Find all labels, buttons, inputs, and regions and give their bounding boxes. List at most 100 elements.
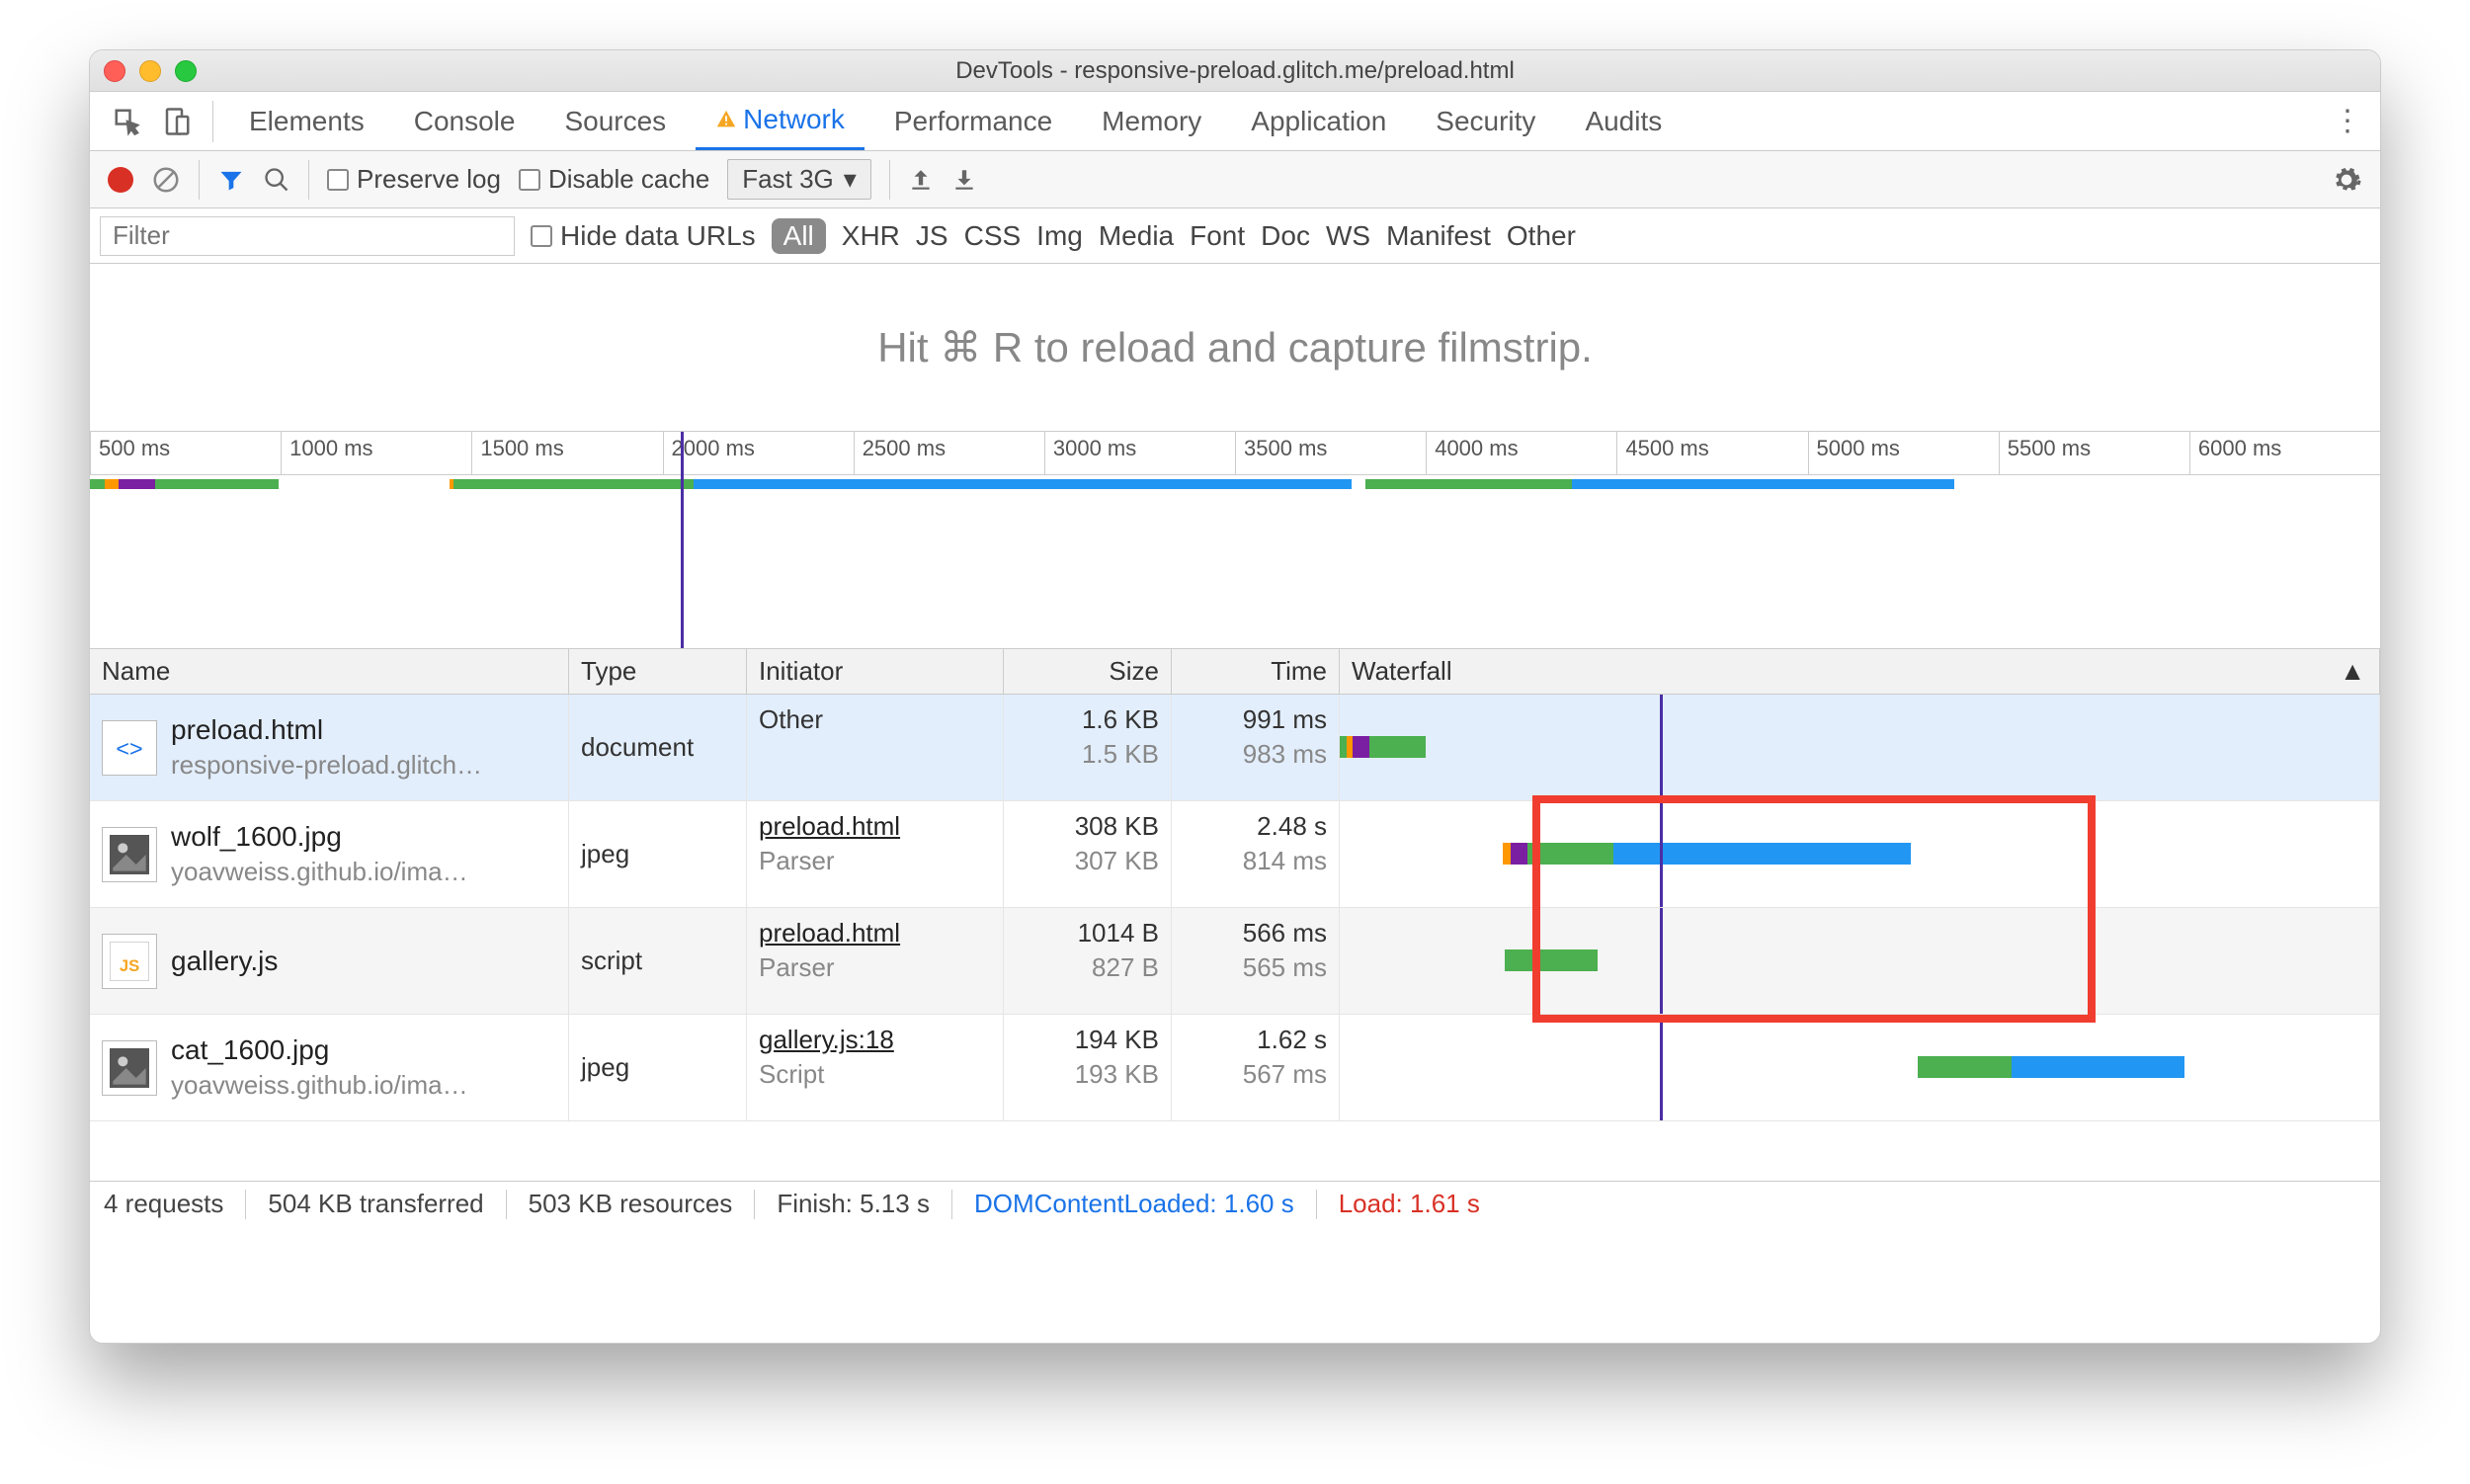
file-icon (102, 827, 157, 882)
col-type[interactable]: Type (569, 649, 747, 694)
status-requests: 4 requests (104, 1189, 223, 1219)
filter-type-all[interactable]: All (772, 218, 826, 254)
filter-type-manifest[interactable]: Manifest (1386, 220, 1491, 252)
request-initiator[interactable]: preload.htmlParser (747, 908, 1004, 1014)
request-domain: responsive-preload.glitch… (171, 750, 482, 781)
request-row[interactable]: cat_1600.jpgyoavweiss.github.io/ima… jpe… (90, 1015, 2380, 1121)
sort-up-icon: ▲ (2340, 656, 2365, 687)
request-initiator[interactable]: gallery.js:18Script (747, 1015, 1004, 1120)
tab-console[interactable]: Console (394, 94, 535, 149)
tab-network-label: Network (743, 104, 845, 134)
request-name: wolf_1600.jpg (171, 821, 468, 853)
status-transferred: 504 KB transferred (268, 1189, 483, 1219)
filter-type-xhr[interactable]: XHR (842, 220, 900, 252)
request-initiator[interactable]: Other (747, 695, 1004, 800)
preserve-log-checkbox[interactable]: Preserve log (327, 164, 501, 195)
svg-text:<>: <> (116, 735, 142, 761)
waterfall-segment (1511, 843, 1527, 865)
filter-type-img[interactable]: Img (1036, 220, 1083, 252)
request-row[interactable]: <> preload.html responsive-preload.glitch…… (90, 695, 2380, 801)
request-time: 2.48 s814 ms (1172, 801, 1340, 907)
clear-button[interactable] (151, 165, 181, 195)
waterfall-segment (1918, 1056, 2012, 1078)
file-icon (102, 1040, 157, 1096)
domcontentloaded-marker (1660, 801, 1663, 907)
request-size: 194 KB193 KB (1004, 1015, 1172, 1120)
waterfall-segment (1503, 843, 1511, 865)
col-time[interactable]: Time (1172, 649, 1340, 694)
waterfall-cell (1340, 908, 2380, 1014)
search-icon[interactable] (263, 166, 290, 194)
panel-tabs: Elements Console Sources Network Perform… (90, 92, 2380, 151)
domcontentloaded-marker (1660, 908, 1663, 1014)
file-icon: JS (102, 934, 157, 989)
window-title: DevTools - responsive-preload.glitch.me/… (90, 57, 2380, 85)
filmstrip-hint: Hit ⌘ R to reload and capture filmstrip. (877, 323, 1593, 371)
filter-type-doc[interactable]: Doc (1261, 220, 1310, 252)
tab-network[interactable]: Network (696, 92, 864, 150)
disable-cache-checkbox[interactable]: Disable cache (519, 164, 709, 195)
filter-type-other[interactable]: Other (1507, 220, 1576, 252)
col-size[interactable]: Size (1004, 649, 1172, 694)
download-har-icon[interactable] (951, 167, 977, 193)
col-name[interactable]: Name (90, 649, 569, 694)
request-time: 1.62 s567 ms (1172, 1015, 1340, 1120)
device-toolbar-icon[interactable] (157, 102, 197, 141)
timeline-overview[interactable]: 500 ms 1000 ms 1500 ms 2000 ms 2500 ms 3… (90, 432, 2380, 649)
request-domain: yoavweiss.github.io/ima… (171, 857, 468, 887)
waterfall-cell (1340, 801, 2380, 907)
devtools-window: DevTools - responsive-preload.glitch.me/… (89, 49, 2381, 1344)
upload-har-icon[interactable] (908, 167, 934, 193)
overview-track (90, 479, 2380, 503)
warning-icon (715, 109, 737, 130)
tab-elements[interactable]: Elements (229, 94, 384, 149)
filter-input[interactable] (100, 216, 515, 256)
record-button[interactable] (108, 167, 133, 193)
tab-audits[interactable]: Audits (1565, 94, 1682, 149)
col-initiator[interactable]: Initiator (747, 649, 1004, 694)
status-finish: Finish: 5.13 s (777, 1189, 930, 1219)
request-row[interactable]: wolf_1600.jpg yoavweiss.github.io/ima… jp… (90, 801, 2380, 908)
waterfall-segment (1353, 736, 1369, 758)
filter-type-media[interactable]: Media (1099, 220, 1174, 252)
waterfall-cell (1340, 1015, 2380, 1120)
filmstrip-area: Hit ⌘ R to reload and capture filmstrip. (90, 264, 2380, 432)
request-size: 1.6 KB1.5 KB (1004, 695, 1172, 800)
status-resources: 503 KB resources (529, 1189, 733, 1219)
filter-type-css[interactable]: CSS (964, 220, 1022, 252)
waterfall-cell (1340, 695, 2380, 800)
waterfall-segment (1369, 736, 1426, 758)
file-icon: <> (102, 720, 157, 776)
throttling-select[interactable]: Fast 3G▾ (727, 159, 871, 200)
request-type: document (569, 695, 747, 800)
request-type: jpeg (569, 801, 747, 907)
tab-application[interactable]: Application (1231, 94, 1406, 149)
request-row[interactable]: JSgallery.js script preload.htmlParser 1… (90, 908, 2380, 1015)
inspect-element-icon[interactable] (108, 102, 147, 141)
request-type: script (569, 908, 747, 1014)
more-menu-icon[interactable]: ⋮ (2333, 104, 2362, 138)
filter-type-js[interactable]: JS (916, 220, 948, 252)
tab-performance[interactable]: Performance (874, 94, 1072, 149)
tab-sources[interactable]: Sources (544, 94, 686, 149)
tab-memory[interactable]: Memory (1082, 94, 1221, 149)
request-table: <> preload.html responsive-preload.glitch…… (90, 695, 2380, 1181)
request-type: jpeg (569, 1015, 747, 1120)
chevron-down-icon: ▾ (844, 164, 857, 195)
col-waterfall[interactable]: Waterfall▲ (1340, 649, 2380, 694)
titlebar: DevTools - responsive-preload.glitch.me/… (90, 50, 2380, 92)
request-time: 566 ms565 ms (1172, 908, 1340, 1014)
filter-toggle-icon[interactable] (217, 166, 245, 194)
filter-type-ws[interactable]: WS (1326, 220, 1370, 252)
settings-icon[interactable] (2331, 164, 2362, 196)
filter-type-font[interactable]: Font (1190, 220, 1245, 252)
request-time: 991 ms983 ms (1172, 695, 1340, 800)
request-initiator[interactable]: preload.htmlParser (747, 801, 1004, 907)
table-header: Name Type Initiator Size Time Waterfall▲ (90, 649, 2380, 695)
status-domcontentloaded: DOMContentLoaded: 1.60 s (974, 1189, 1294, 1219)
request-name: preload.html (171, 714, 482, 746)
domcontentloaded-marker (1660, 1015, 1663, 1120)
domcontentloaded-marker (1660, 695, 1663, 800)
tab-security[interactable]: Security (1416, 94, 1555, 149)
hide-data-urls-checkbox[interactable]: Hide data URLs (531, 220, 756, 252)
